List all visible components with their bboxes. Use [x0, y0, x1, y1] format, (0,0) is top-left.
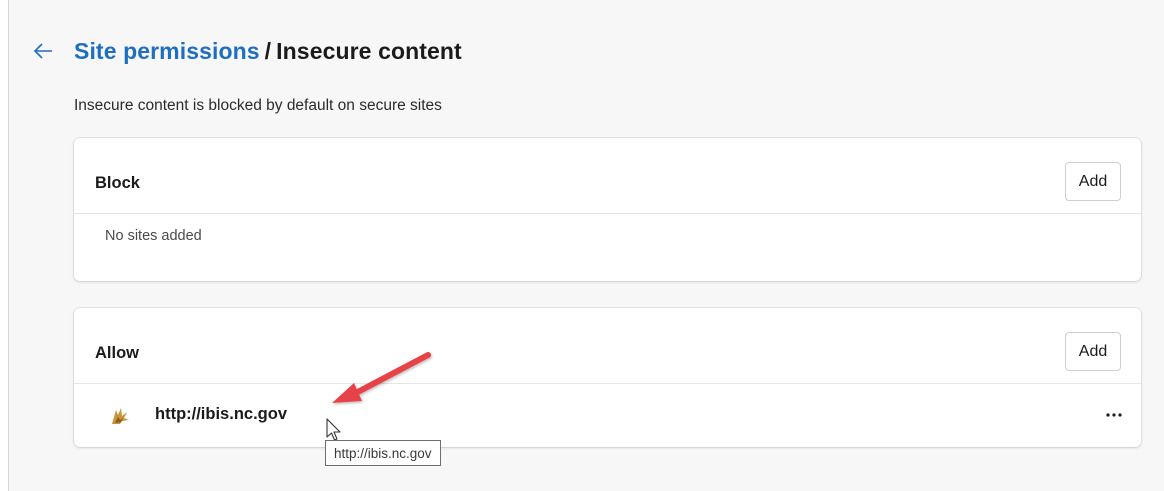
allow-site-url[interactable]: http://ibis.nc.gov	[155, 405, 287, 424]
block-card-header: Block Add	[74, 138, 1141, 214]
block-empty-text: No sites added	[105, 228, 202, 244]
page-title: Site permissions / Insecure content	[74, 38, 462, 65]
annotation-arrow	[332, 352, 431, 403]
allow-card-header: Allow Add	[74, 308, 1141, 384]
breadcrumb-site-permissions[interactable]: Site permissions	[74, 38, 260, 64]
breadcrumb-current: Insecure content	[276, 37, 462, 64]
allow-add-button[interactable]: Add	[1065, 332, 1121, 371]
allow-site-row[interactable]: http://ibis.nc.gov	[74, 384, 1141, 447]
block-add-button[interactable]: Add	[1065, 162, 1121, 201]
ibis-bird-favicon-icon	[110, 406, 130, 426]
window-left-edge	[0, 0, 9, 491]
page-description: Insecure content is blocked by default o…	[74, 97, 442, 114]
allow-card: Allow Add http://ibis.nc.gov	[74, 308, 1141, 447]
block-card: Block Add No sites added	[74, 138, 1141, 281]
breadcrumb-separator: /	[264, 37, 272, 64]
back-arrow-icon[interactable]	[33, 41, 53, 61]
page-header: Site permissions / Insecure content	[33, 34, 462, 68]
allow-title: Allow	[95, 344, 139, 362]
url-tooltip: http://ibis.nc.gov	[325, 440, 441, 466]
block-title: Block	[95, 174, 140, 192]
more-options-ellipsis-icon[interactable]	[1101, 404, 1127, 426]
